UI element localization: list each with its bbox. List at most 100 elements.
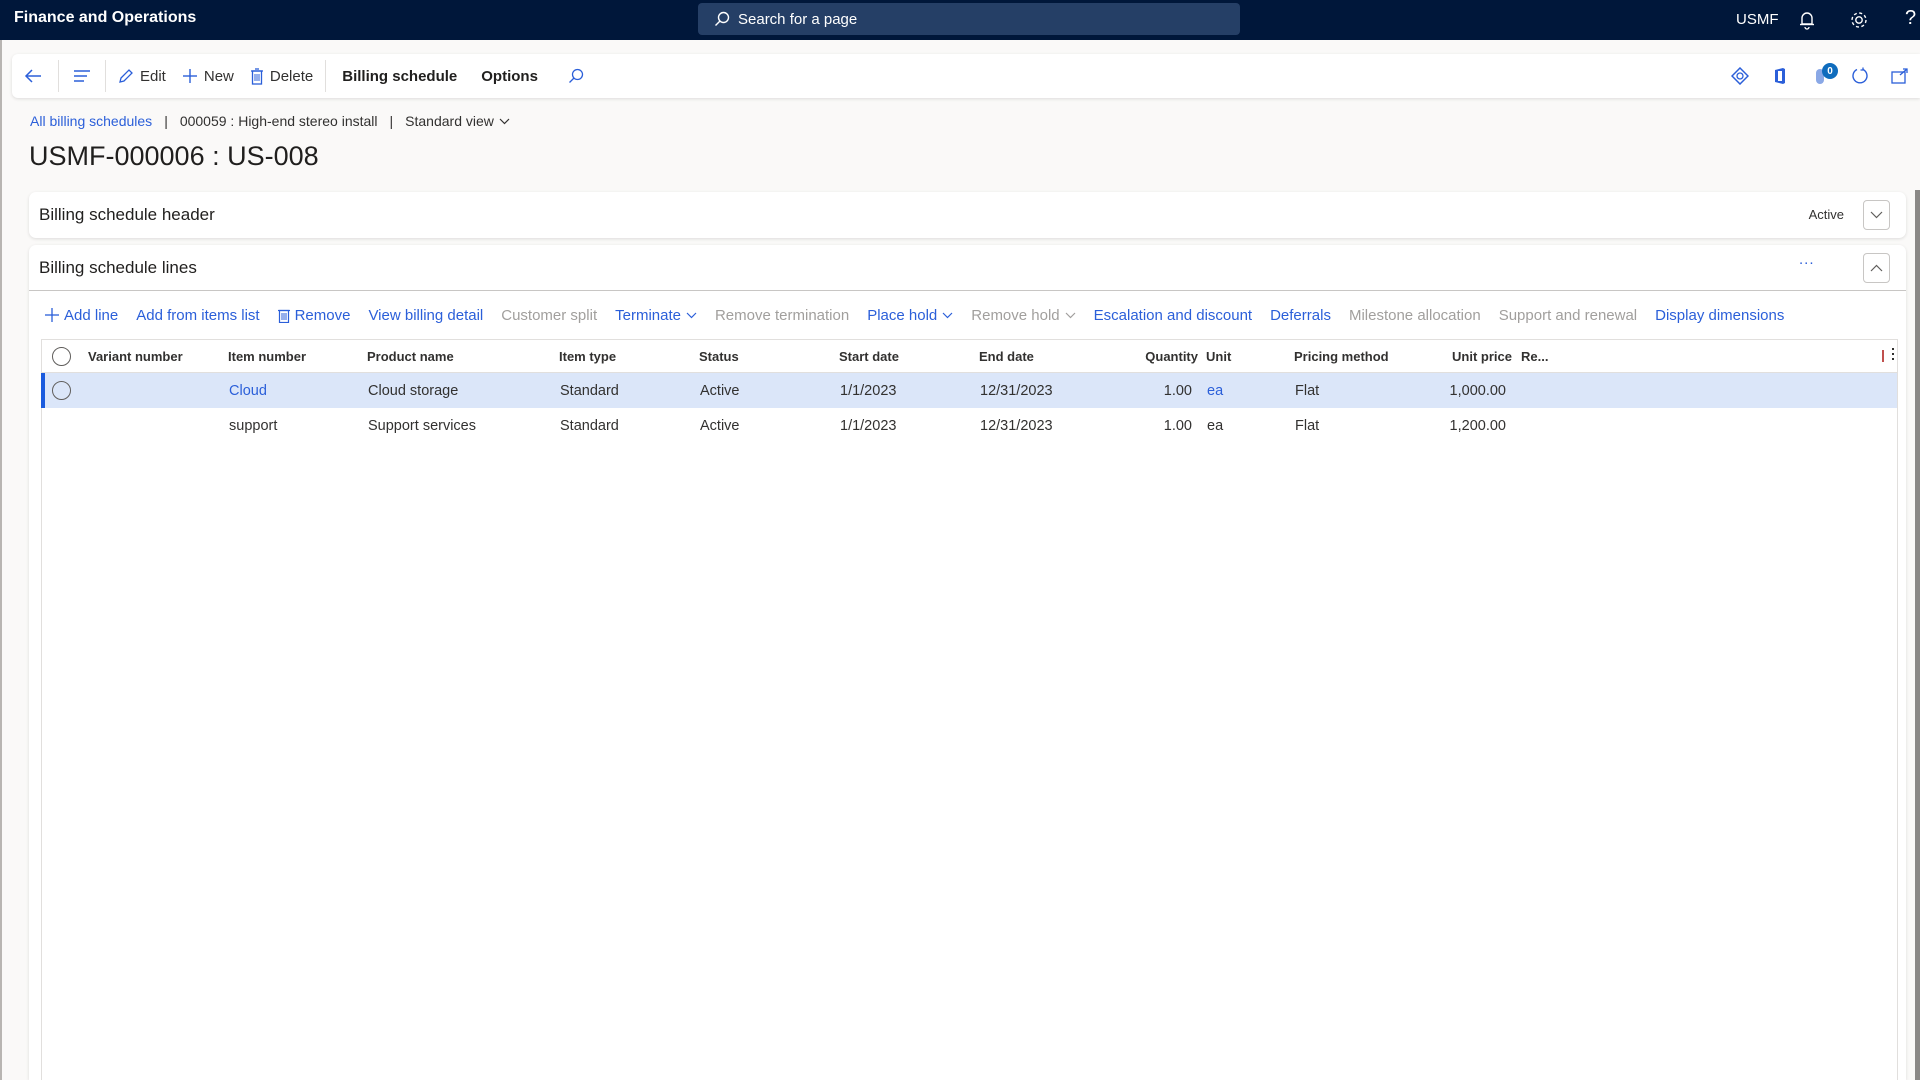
pencil-icon bbox=[118, 68, 134, 84]
refresh-button[interactable] bbox=[1840, 54, 1880, 98]
col-end-date-cell: 12/31/2023 bbox=[980, 417, 1053, 434]
refresh-icon bbox=[1852, 67, 1868, 84]
attachments-button[interactable]: 0 bbox=[1800, 54, 1840, 98]
office-icon bbox=[1775, 68, 1785, 84]
col-quantity-cell: 1.00 bbox=[1163, 382, 1192, 399]
lines-toolbar-button[interactable]: Add from items list bbox=[136, 307, 259, 324]
col-unit-price-cell: 1,000.00 bbox=[1449, 382, 1506, 399]
lines-toolbar-button[interactable]: Remove hold bbox=[971, 307, 1076, 324]
hamburger-icon bbox=[74, 70, 90, 82]
action-search-button[interactable] bbox=[550, 54, 602, 98]
open-new-window-icon bbox=[1891, 68, 1908, 84]
attachments-count-badge: 0 bbox=[1822, 63, 1838, 79]
lines-toolbar-button[interactable]: Customer split bbox=[501, 307, 597, 324]
chevron-down-icon bbox=[1870, 211, 1883, 219]
col-item-type-cell: Standard bbox=[560, 417, 619, 434]
lines-toolbar-button[interactable]: Milestone allocation bbox=[1349, 307, 1481, 324]
col-start-date-cell: 1/1/2023 bbox=[840, 382, 897, 399]
separator bbox=[105, 60, 106, 92]
fasttab-title: Billing schedule lines bbox=[39, 257, 197, 277]
lines-toolbar-button-label: Add from items list bbox=[136, 306, 260, 324]
lines-toolbar-button[interactable]: Add line bbox=[45, 307, 118, 324]
app-title[interactable]: Finance and Operations bbox=[14, 9, 196, 27]
trash-icon bbox=[277, 309, 290, 323]
menu-button[interactable] bbox=[63, 54, 101, 98]
chevron-down-icon bbox=[942, 312, 953, 318]
col-item-number-cell: support bbox=[229, 417, 278, 434]
col-unit-price-header[interactable]: Unit price bbox=[1452, 349, 1512, 364]
fasttab-header[interactable]: Billing schedule lines bbox=[29, 245, 1906, 291]
col-pricing-method-header[interactable]: Pricing method bbox=[1294, 349, 1389, 364]
col-quantity-cell: 1.00 bbox=[1163, 417, 1192, 434]
lines-toolbar-button-label: Customer split bbox=[501, 306, 598, 324]
col-unit-header[interactable]: Unit bbox=[1206, 349, 1231, 364]
table-row[interactable]: Cloud Cloud storage Standard Active 1/1/2023… bbox=[41, 373, 1897, 408]
company-picker[interactable]: USMF bbox=[1736, 11, 1779, 28]
fasttab-header[interactable]: Billing schedule header Active bbox=[29, 192, 1906, 238]
more-options-button[interactable]: ... bbox=[1799, 251, 1815, 268]
col-end-date-header[interactable]: End date bbox=[979, 349, 1034, 364]
grid-header-row: Variant number Item number Product name Ite… bbox=[42, 340, 1897, 373]
col-quantity-header[interactable]: Quantity bbox=[1145, 349, 1198, 364]
col-product-name-header[interactable]: Product name bbox=[367, 349, 454, 364]
edit-button[interactable]: Edit bbox=[110, 54, 174, 98]
col-start-date-cell: 1/1/2023 bbox=[840, 417, 897, 434]
col-variant-number-header[interactable]: Variant number bbox=[88, 349, 183, 364]
col-product-name-cell: Cloud storage bbox=[368, 382, 459, 399]
lines-toolbar-button-label: Escalation and discount bbox=[1093, 306, 1253, 324]
power-apps-button[interactable] bbox=[1720, 54, 1760, 98]
lines-toolbar-button-label: Place hold bbox=[867, 306, 938, 324]
back-button[interactable] bbox=[12, 54, 54, 98]
col-item-number-header[interactable]: Item number bbox=[228, 349, 306, 364]
search-icon bbox=[568, 68, 584, 83]
column-resize-marker[interactable] bbox=[1882, 350, 1884, 362]
lines-toolbar-button[interactable]: Remove termination bbox=[715, 307, 849, 324]
view-selector[interactable]: Standard view bbox=[405, 113, 510, 129]
tab-options[interactable]: Options bbox=[469, 54, 550, 98]
table-row[interactable]: support Support services Standard Active 1/1… bbox=[42, 408, 1897, 443]
lines-toolbar-button-label: View billing detail bbox=[368, 306, 484, 324]
lines-toolbar-button[interactable]: Remove bbox=[277, 307, 350, 324]
select-all-radio[interactable] bbox=[52, 346, 71, 366]
delete-button[interactable]: Delete bbox=[242, 54, 321, 98]
back-arrow-icon bbox=[24, 69, 41, 83]
col-item-number-cell[interactable]: Cloud bbox=[229, 383, 267, 399]
page-scrollbar[interactable] bbox=[1915, 190, 1920, 1080]
gear-icon[interactable] bbox=[1848, 9, 1870, 36]
tab-billing-schedule[interactable]: Billing schedule bbox=[330, 54, 469, 98]
action-pane: Edit New Delete Billing schedule Options… bbox=[12, 54, 1920, 98]
col-re-header[interactable]: Re... bbox=[1521, 349, 1548, 364]
column-options-icon[interactable] bbox=[1892, 348, 1894, 360]
lines-toolbar-button[interactable]: View billing detail bbox=[368, 307, 483, 324]
collapse-fasttab-button[interactable] bbox=[1863, 253, 1890, 283]
lines-toolbar-button[interactable]: Display dimensions bbox=[1655, 307, 1784, 324]
col-item-type-header[interactable]: Item type bbox=[559, 349, 616, 364]
breadcrumb-all-billing-schedules[interactable]: All billing schedules bbox=[30, 113, 152, 129]
lines-toolbar-button-label: Milestone allocation bbox=[1348, 306, 1481, 324]
lines-toolbar-button[interactable]: Deferrals bbox=[1270, 307, 1331, 324]
row-select-radio[interactable] bbox=[52, 381, 71, 400]
new-label: New bbox=[203, 67, 234, 85]
view-selector-label: Standard view bbox=[405, 113, 494, 129]
lines-toolbar-button-label: Support and renewal bbox=[1498, 306, 1638, 324]
col-status-header[interactable]: Status bbox=[699, 349, 739, 364]
fasttab-summary-status: Active bbox=[1808, 207, 1844, 222]
lines-toolbar-button[interactable]: Terminate bbox=[615, 307, 697, 324]
page-search-box[interactable]: Search for a page bbox=[698, 3, 1240, 35]
page-title: USMF-000006 : US-008 bbox=[29, 141, 319, 171]
lines-toolbar-button-label: Deferrals bbox=[1270, 306, 1331, 324]
expand-fasttab-button[interactable] bbox=[1863, 200, 1890, 230]
help-icon[interactable]: ? bbox=[1905, 7, 1916, 30]
action-pane-right-tools: 0 bbox=[1720, 54, 1920, 98]
lines-toolbar-button[interactable]: Escalation and discount bbox=[1094, 307, 1252, 324]
lines-toolbar-button[interactable]: Place hold bbox=[867, 307, 953, 324]
new-button[interactable]: New bbox=[174, 54, 242, 98]
office-button[interactable] bbox=[1760, 54, 1800, 98]
open-new-window-button[interactable] bbox=[1880, 54, 1920, 98]
chevron-down-icon bbox=[499, 118, 510, 124]
bell-icon[interactable] bbox=[1798, 10, 1816, 35]
col-unit-cell[interactable]: ea bbox=[1207, 383, 1223, 399]
lines-toolbar-button[interactable]: Support and renewal bbox=[1499, 307, 1637, 324]
col-item-type-cell: Standard bbox=[560, 382, 619, 399]
col-start-date-header[interactable]: Start date bbox=[839, 349, 899, 364]
